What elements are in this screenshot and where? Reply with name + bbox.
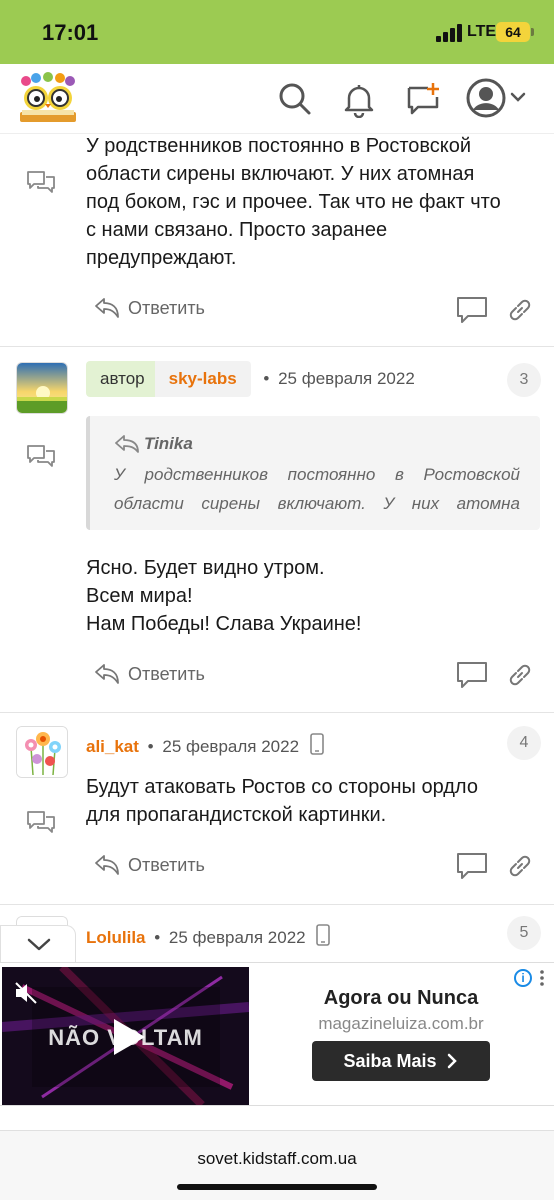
user-menu-button[interactable] (466, 78, 528, 118)
comment-number[interactable]: 3 (507, 363, 541, 397)
comment-line: для пропагандистской картинки. (86, 804, 387, 826)
comment-date: 25 февраля 2022 (162, 737, 300, 756)
author-badge: автор (86, 361, 159, 397)
meta-separator: • (147, 737, 154, 756)
chevron-down-icon (27, 938, 51, 951)
comment-line: под боком, гэс и прочее. Так что не факт… (86, 191, 501, 213)
comment-line: У родственников постоянно в Ростовской (86, 135, 472, 157)
reply-button[interactable]: Ответить (94, 294, 205, 322)
comment-line: области сирены включают. У них атомная (86, 163, 475, 185)
status-time: 17:01 (42, 20, 99, 45)
search-icon[interactable] (276, 80, 314, 118)
comment-line: Нам Победы! Слава Украине! (86, 613, 362, 635)
bell-icon[interactable] (340, 80, 378, 119)
reply-label: Ответить (128, 663, 205, 684)
comment-text: Будут атаковать Ростов со стороны ордло … (86, 773, 536, 829)
comment-icon[interactable] (456, 852, 488, 880)
divider (0, 712, 554, 713)
chevron-right-icon (447, 1053, 457, 1069)
browser-url-bar[interactable]: sovet.kidstaff.com.ua (0, 1130, 554, 1200)
ad-video-text: NÃO VOLTAM (48, 1025, 203, 1050)
logo-icon[interactable] (16, 72, 80, 128)
ad-cta-label: Saiba Mais (343, 1050, 437, 1071)
reply-label: Ответить (128, 297, 205, 318)
site-header (0, 64, 554, 134)
mobile-icon (309, 733, 324, 755)
avatar[interactable] (16, 362, 68, 414)
comment-meta: автор sky-labs • 25 февраля 2022 (86, 361, 415, 397)
author-name[interactable]: sky-labs (154, 361, 251, 397)
reply-button[interactable]: Ответить (94, 851, 205, 879)
comment-text: Ясно. Будет видно утром. Всем мира! Нам … (86, 554, 536, 638)
ad-options-icon[interactable] (538, 969, 546, 987)
author-name[interactable]: ali_kat (86, 737, 139, 756)
reply-label: Ответить (128, 854, 205, 875)
quote-author[interactable]: Tinika (114, 434, 193, 454)
comment-line: Ясно. Будет видно утром. (86, 557, 325, 579)
reply-icon (95, 298, 119, 318)
ad-banner[interactable]: NÃO VOLTAM Agora ou Nunca magazineluiza.… (0, 962, 554, 1106)
chat-icon[interactable] (26, 444, 56, 468)
divider (0, 346, 554, 347)
signal-icon (436, 24, 462, 42)
ad-cta-button[interactable]: Saiba Mais (312, 1041, 490, 1081)
new-post-icon[interactable] (404, 80, 442, 118)
link-icon[interactable] (506, 661, 534, 689)
comment-line: Будут атаковать Ростов со стороны ордло (86, 776, 478, 798)
comment-date: 25 февраля 2022 (168, 928, 306, 947)
url-text[interactable]: sovet.kidstaff.com.ua (0, 1149, 554, 1169)
divider (0, 904, 554, 905)
link-icon[interactable] (506, 296, 534, 324)
battery-icon: 64 (496, 22, 530, 42)
status-bar: 17:01 LTE 64 (0, 0, 554, 64)
ad-info-icon[interactable]: i (514, 969, 532, 987)
reply-icon (115, 435, 139, 453)
comment-line: предупреждают. (86, 247, 237, 269)
battery-tip (531, 28, 534, 36)
chat-icon[interactable] (26, 810, 56, 834)
author-name[interactable]: Lolulila (86, 928, 146, 947)
reply-icon (95, 664, 119, 684)
comment-meta: Lolulila • 25 февраля 2022 (86, 924, 331, 948)
meta-separator: • (154, 928, 161, 947)
comment-icon[interactable] (456, 661, 488, 689)
comment-icon[interactable] (456, 296, 488, 324)
mobile-icon (316, 924, 331, 946)
comment-date: 25 февраля 2022 (278, 369, 415, 388)
quote-block: Tinika У родственников постоянно в Росто… (86, 416, 540, 530)
network-label: LTE (467, 23, 497, 40)
comment-meta: ali_kat • 25 февраля 2022 (86, 733, 324, 757)
avatar[interactable] (16, 726, 68, 778)
comment-line: с нами связано. Просто заранее (86, 219, 388, 241)
meta-separator: • (263, 369, 270, 388)
comment-number[interactable]: 5 (507, 916, 541, 950)
chat-icon[interactable] (26, 170, 56, 194)
comment-number[interactable]: 4 (507, 726, 541, 760)
quote-text: У родственников постоянно в Ростовской о… (114, 465, 520, 513)
reply-button[interactable]: Ответить (94, 660, 205, 688)
ad-title[interactable]: Agora ou Nunca (256, 987, 546, 1010)
comment-line: Всем мира! (86, 585, 193, 607)
battery-level: 64 (505, 24, 521, 40)
comment-text: У родственников постоянно в Ростовской о… (86, 132, 536, 272)
home-indicator[interactable] (177, 1184, 377, 1190)
link-icon[interactable] (506, 852, 534, 880)
ad-collapse-button[interactable] (0, 925, 76, 963)
ad-domain[interactable]: magazineluiza.com.br (256, 1014, 546, 1034)
reply-icon (95, 855, 119, 875)
quote-author-name: Tinika (144, 434, 193, 453)
ad-video[interactable]: NÃO VOLTAM (2, 967, 249, 1105)
